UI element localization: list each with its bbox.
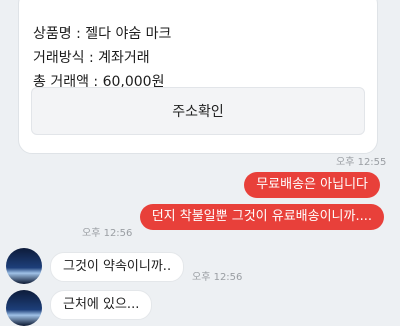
message-timestamp: 오후 12:55 xyxy=(336,157,387,168)
profile-avatar-icon[interactable] xyxy=(6,248,42,284)
product-name-line: 상품명 : 젤다 야숨 마크 xyxy=(33,26,172,42)
profile-avatar-icon[interactable] xyxy=(6,290,42,326)
address-confirm-button[interactable]: 주소확인 xyxy=(31,87,365,135)
message-timestamp: 오후 12:56 xyxy=(82,228,133,239)
incoming-message: 근처에 있으... xyxy=(50,290,153,320)
outgoing-message: 던지 착불일뿐 그것이 유료배송이니까.... xyxy=(139,204,384,230)
message-timestamp: 오후 12:56 xyxy=(192,272,243,283)
trade-method-line: 거래방식 : 계좌거래 xyxy=(33,50,150,66)
product-info-card: 상품명 : 젤다 야숨 마크 거래방식 : 계좌거래 총 거래액 : 60,00… xyxy=(18,0,378,154)
outgoing-message: 무료배송은 아닙니다 xyxy=(244,172,380,198)
incoming-message: 그것이 약속이니까.. xyxy=(50,252,185,282)
